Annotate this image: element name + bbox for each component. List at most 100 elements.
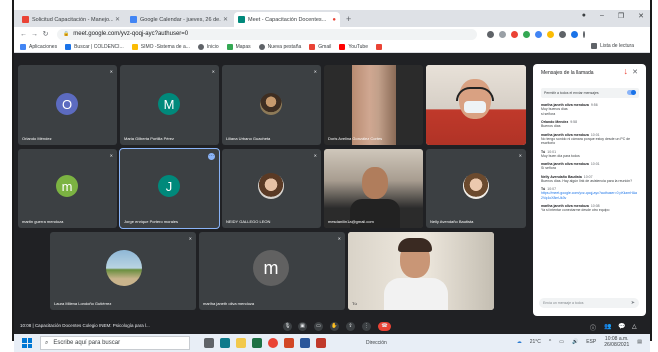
- reading-list-icon: [591, 43, 598, 49]
- excel-icon[interactable]: [252, 338, 262, 348]
- raise-hand-button[interactable]: ✋: [330, 322, 339, 331]
- minimize-button[interactable]: –: [600, 12, 604, 20]
- windows-start-icon[interactable]: [22, 338, 32, 348]
- participant-tile-speaker[interactable]: [426, 65, 526, 145]
- participant-name: NEIDY GALLEGO LEON: [226, 219, 271, 224]
- notifications-icon[interactable]: ▤: [637, 339, 642, 345]
- captions-button[interactable]: ▭: [314, 322, 323, 331]
- taskbar-search[interactable]: ⌕ Escribe aquí para buscar: [40, 336, 190, 350]
- edge-icon[interactable]: [220, 338, 230, 348]
- bookmark-gmail[interactable]: Gmail: [309, 43, 331, 50]
- participant-name: martin guerra mendoza: [22, 219, 64, 224]
- extension-blue-icon[interactable]: [535, 30, 542, 38]
- bookmark-maps[interactable]: Mapas: [226, 43, 251, 50]
- person-hair: [398, 238, 432, 252]
- tray-arrow-icon[interactable]: ^: [549, 339, 551, 345]
- star-icon[interactable]: [499, 30, 506, 38]
- forward-button[interactable]: →: [29, 31, 40, 38]
- participant-tile[interactable]: ✕ Nelly Avendaño Bautista: [426, 149, 526, 228]
- address-toolbar[interactable]: Dirección: [366, 340, 387, 346]
- extension-red-icon[interactable]: [511, 30, 518, 38]
- right-margin: [652, 0, 658, 352]
- chat-message: marlha janeth oliva mendoza 9:56 Muy buen…: [541, 103, 637, 116]
- weather-icon[interactable]: ☁: [517, 339, 522, 345]
- chat-message: Tú 10:01 Muy buen día para todos: [541, 150, 637, 159]
- participant-tile[interactable]: mesdanilin1a@gmail.com: [324, 149, 423, 228]
- end-call-button[interactable]: ☎: [378, 322, 391, 331]
- task-view-icon[interactable]: [204, 338, 214, 348]
- back-button[interactable]: ←: [18, 31, 29, 38]
- right-border: [650, 0, 652, 341]
- mic-off-icon: ✕: [109, 153, 113, 158]
- bookmark-inicio[interactable]: Inicio: [197, 43, 219, 50]
- chrome-icon[interactable]: [268, 338, 278, 348]
- chat-icon[interactable]: 💬: [618, 323, 625, 330]
- activities-icon[interactable]: △: [632, 323, 637, 330]
- reload-button[interactable]: ↻: [40, 30, 51, 38]
- camera-button[interactable]: ▣: [298, 322, 307, 331]
- volume-icon[interactable]: 🔊: [572, 339, 578, 345]
- avatar: J: [158, 175, 180, 197]
- pdf-icon[interactable]: [316, 338, 326, 348]
- powerpoint-icon[interactable]: [284, 338, 294, 348]
- tab-calendar[interactable]: Google Calendar - jueves, 26 de... ✕: [126, 12, 232, 27]
- people-icon[interactable]: 👥: [604, 323, 611, 330]
- participant-tile[interactable]: Doris Avelina González Cortes: [324, 65, 423, 145]
- url-bar[interactable]: 🔒 meet.google.com/yvz-qoqj-ayc?authuser=…: [57, 28, 477, 40]
- more-options-icon[interactable]: ⋯: [208, 153, 215, 160]
- menu-icon[interactable]: [583, 30, 585, 38]
- info-icon[interactable]: ⓘ: [590, 323, 596, 332]
- reading-list[interactable]: Lista de lectura: [591, 43, 634, 49]
- extension-green-icon[interactable]: [523, 30, 530, 38]
- self-tile[interactable]: Tú: [348, 232, 494, 310]
- participant-tile[interactable]: ✕ M Maria Gilberta Portilla Pérez: [120, 65, 219, 145]
- bookmark-gmail-2[interactable]: [375, 43, 385, 50]
- new-tab-button[interactable]: +: [346, 12, 351, 27]
- participant-tile[interactable]: ⋯ J Jorge enrique Portero morales: [119, 148, 220, 229]
- mic-off-icon: ✕: [109, 69, 113, 74]
- avatar: m: [253, 250, 289, 286]
- present-button[interactable]: ⇪: [346, 322, 355, 331]
- bookmark-youtube[interactable]: YouTube: [339, 43, 368, 50]
- participant-tile[interactable]: ✕ Liliana Urbano Guacheta: [222, 65, 321, 145]
- tab-gmail[interactable]: Solicitud Capacitación - Manejo... ✕: [18, 12, 124, 27]
- chat-input[interactable]: Envía un mensaje a todos ➤: [539, 298, 639, 308]
- avatar-photo: [258, 173, 284, 199]
- close-icon[interactable]: ●: [332, 17, 336, 23]
- weather-temp[interactable]: 21°C: [530, 339, 541, 345]
- participant-tile[interactable]: ✕ m martin guerra mendoza: [18, 149, 117, 228]
- participant-tile[interactable]: ✕ NEIDY GALLEGO LEON: [222, 149, 321, 228]
- close-icon[interactable]: ✕: [223, 16, 228, 23]
- more-options-button[interactable]: ⋮: [362, 322, 371, 331]
- camera-icon[interactable]: [487, 30, 494, 38]
- language-indicator[interactable]: ESP: [586, 339, 596, 345]
- network-icon[interactable]: ▭: [559, 339, 564, 345]
- clock[interactable]: 10:08 a.m. 26/08/2021: [604, 336, 629, 348]
- close-chat-button[interactable]: ✕: [632, 68, 638, 76]
- close-window-button[interactable]: ✕: [638, 12, 644, 20]
- message-link[interactable]: https://meet.google.com/yvz-qoqj-ayc?aut…: [541, 191, 637, 200]
- message-text: No tengo sonido ni cámara porque estoy d…: [541, 136, 631, 146]
- bookmark-new-tab[interactable]: Nueva pestaña: [258, 43, 301, 50]
- tab-meet[interactable]: Meet - Capacitación Docentes... ●: [234, 12, 340, 27]
- profile-avatar[interactable]: [571, 30, 578, 38]
- extension-yellow-icon[interactable]: [547, 30, 554, 38]
- bookmark-apps[interactable]: Aplicaciones: [20, 43, 57, 50]
- mic-button[interactable]: 🎙: [283, 322, 292, 331]
- participant-tile[interactable]: ✕ Laura Milena Londoño Gutiérrez: [50, 232, 196, 310]
- bookmark-coldenci[interactable]: Buscar | COLDENCI...: [65, 43, 124, 50]
- maximize-button[interactable]: ❐: [618, 12, 624, 20]
- close-icon[interactable]: ✕: [115, 16, 120, 23]
- chat-message: marlha janeth oliva mendoza 10:01 Sí seño…: [541, 162, 637, 171]
- send-icon[interactable]: ➤: [631, 298, 635, 308]
- bookmark-simo[interactable]: SIMO -Sistema de a...: [131, 43, 190, 50]
- puzzle-icon[interactable]: [559, 30, 566, 38]
- word-icon[interactable]: [300, 338, 310, 348]
- participant-tile[interactable]: ✕ O Orlando Méndez: [18, 65, 117, 145]
- avatar: m: [56, 175, 78, 197]
- chat-panel: Mensajes de la llamada ↓ ✕ Permitir a to…: [533, 64, 646, 316]
- chat-permission-toggle[interactable]: [627, 90, 636, 95]
- file-explorer-icon[interactable]: [236, 338, 246, 348]
- participant-tile[interactable]: ✕ m marlha janeth oliva mendoza: [199, 232, 345, 310]
- globe-icon: [258, 43, 265, 50]
